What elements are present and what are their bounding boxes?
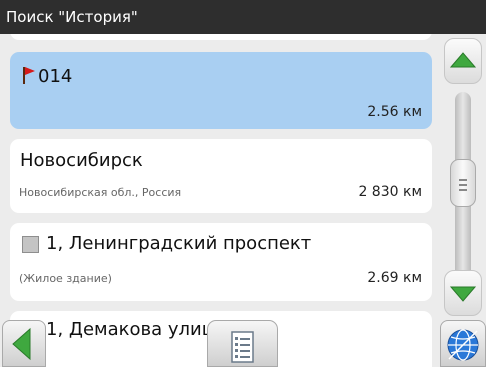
building-icon	[22, 236, 39, 253]
item-name: 014	[38, 66, 73, 87]
flag-icon	[23, 67, 35, 84]
item-distance: 2 830 км	[358, 184, 422, 200]
history-list: 014 2.56 км Новосибирск Новосибирская об…	[0, 34, 440, 367]
scroll-up-button[interactable]	[444, 38, 482, 84]
scroll-thumb[interactable]	[450, 159, 476, 207]
item-name: 1, Демакова улица	[46, 319, 226, 340]
globe-icon	[447, 329, 479, 361]
scroll-down-button[interactable]	[444, 270, 482, 316]
list-item[interactable]: 1, Ленинградский проспект (Жилое здание)…	[10, 223, 432, 301]
window-title: Поиск "История"	[0, 0, 486, 34]
globe-button[interactable]	[440, 320, 486, 367]
list-item[interactable]: Новосибирск Новосибирская обл., Россия 2…	[10, 139, 432, 213]
item-distance: 2.69 км	[367, 270, 422, 286]
list-item-selected[interactable]: 014 2.56 км	[10, 52, 432, 129]
back-arrow-icon	[12, 327, 31, 361]
list-icon	[231, 331, 254, 363]
item-name: 1, Ленинградский проспект	[46, 233, 312, 254]
menu-button[interactable]	[207, 320, 278, 367]
arrow-down-icon	[449, 286, 477, 302]
item-subtitle: (Жилое здание)	[19, 272, 112, 285]
list-item-partial[interactable]	[10, 34, 432, 40]
back-button[interactable]	[2, 320, 46, 367]
item-subtitle: Новосибирская обл., Россия	[19, 186, 182, 199]
item-name: Новосибирск	[20, 150, 143, 171]
item-distance: 2.56 км	[367, 104, 422, 120]
scrollbar[interactable]	[440, 34, 486, 367]
arrow-up-icon	[449, 52, 477, 68]
